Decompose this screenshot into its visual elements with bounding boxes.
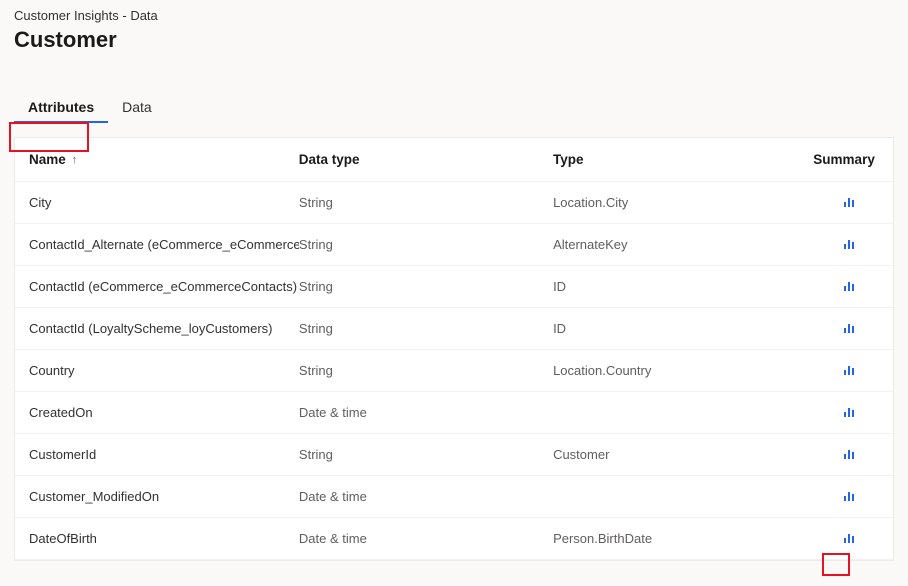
cell-name: Customer_ModifiedOn (29, 489, 299, 504)
cell-datatype: String (299, 447, 553, 462)
cell-summary (809, 279, 879, 294)
bar-chart-icon[interactable] (844, 323, 855, 333)
cell-type: ID (553, 279, 809, 294)
table-header-row: Name ↑ Data type Type Summary (15, 138, 893, 182)
cell-type: ID (553, 321, 809, 336)
table-row[interactable]: CityStringLocation.City (15, 182, 893, 224)
cell-datatype: Date & time (299, 405, 553, 420)
table-row[interactable]: CreatedOnDate & time (15, 392, 893, 434)
bar-chart-icon[interactable] (844, 449, 855, 459)
cell-datatype: String (299, 363, 553, 378)
cell-datatype: Date & time (299, 489, 553, 504)
cell-summary (809, 531, 879, 546)
tab-attributes[interactable]: Attributes (14, 93, 108, 123)
column-header-datatype[interactable]: Data type (299, 152, 553, 167)
cell-summary (809, 405, 879, 420)
bar-chart-icon[interactable] (844, 239, 855, 249)
attributes-table: Name ↑ Data type Type Summary CityString… (14, 137, 894, 561)
cell-type: Person.BirthDate (553, 531, 809, 546)
cell-name: ContactId (LoyaltyScheme_loyCustomers) (29, 321, 299, 336)
cell-type: Location.City (553, 195, 809, 210)
sort-asc-icon: ↑ (72, 154, 78, 166)
cell-name: CreatedOn (29, 405, 299, 420)
bar-chart-icon[interactable] (844, 197, 855, 207)
cell-name: ContactId (eCommerce_eCommerceContacts) (29, 279, 299, 294)
cell-summary (809, 489, 879, 504)
cell-name: City (29, 195, 299, 210)
cell-datatype: Date & time (299, 531, 553, 546)
cell-datatype: String (299, 279, 553, 294)
cell-datatype: String (299, 195, 553, 210)
cell-summary (809, 363, 879, 378)
page-title: Customer (14, 27, 894, 53)
cell-name: ContactId_Alternate (eCommerce_eCommerce… (29, 237, 299, 252)
table-row[interactable]: Customer_ModifiedOnDate & time (15, 476, 893, 518)
cell-summary (809, 195, 879, 210)
breadcrumb: Customer Insights - Data (14, 8, 894, 23)
table-row[interactable]: CountryStringLocation.Country (15, 350, 893, 392)
column-header-summary[interactable]: Summary (809, 152, 879, 167)
column-header-type[interactable]: Type (553, 152, 809, 167)
cell-datatype: String (299, 237, 553, 252)
table-row[interactable]: ContactId_Alternate (eCommerce_eCommerce… (15, 224, 893, 266)
tabs-list: Attributes Data (14, 93, 894, 123)
cell-type: Customer (553, 447, 809, 462)
cell-name: CustomerId (29, 447, 299, 462)
bar-chart-icon[interactable] (844, 281, 855, 291)
table-row[interactable]: DateOfBirthDate & timePerson.BirthDate (15, 518, 893, 560)
tab-data[interactable]: Data (108, 93, 166, 123)
bar-chart-icon[interactable] (844, 533, 855, 543)
cell-summary (809, 321, 879, 336)
bar-chart-icon[interactable] (844, 407, 855, 417)
column-header-name-label: Name (29, 152, 66, 167)
cell-datatype: String (299, 321, 553, 336)
table-row[interactable]: ContactId (eCommerce_eCommerceContacts)S… (15, 266, 893, 308)
table-row[interactable]: CustomerIdStringCustomer (15, 434, 893, 476)
table-row[interactable]: ContactId (LoyaltyScheme_loyCustomers)St… (15, 308, 893, 350)
cell-name: Country (29, 363, 299, 378)
cell-type: Location.Country (553, 363, 809, 378)
column-header-name[interactable]: Name ↑ (29, 152, 299, 167)
cell-name: DateOfBirth (29, 531, 299, 546)
cell-type: AlternateKey (553, 237, 809, 252)
cell-summary (809, 237, 879, 252)
bar-chart-icon[interactable] (844, 491, 855, 501)
cell-summary (809, 447, 879, 462)
bar-chart-icon[interactable] (844, 365, 855, 375)
